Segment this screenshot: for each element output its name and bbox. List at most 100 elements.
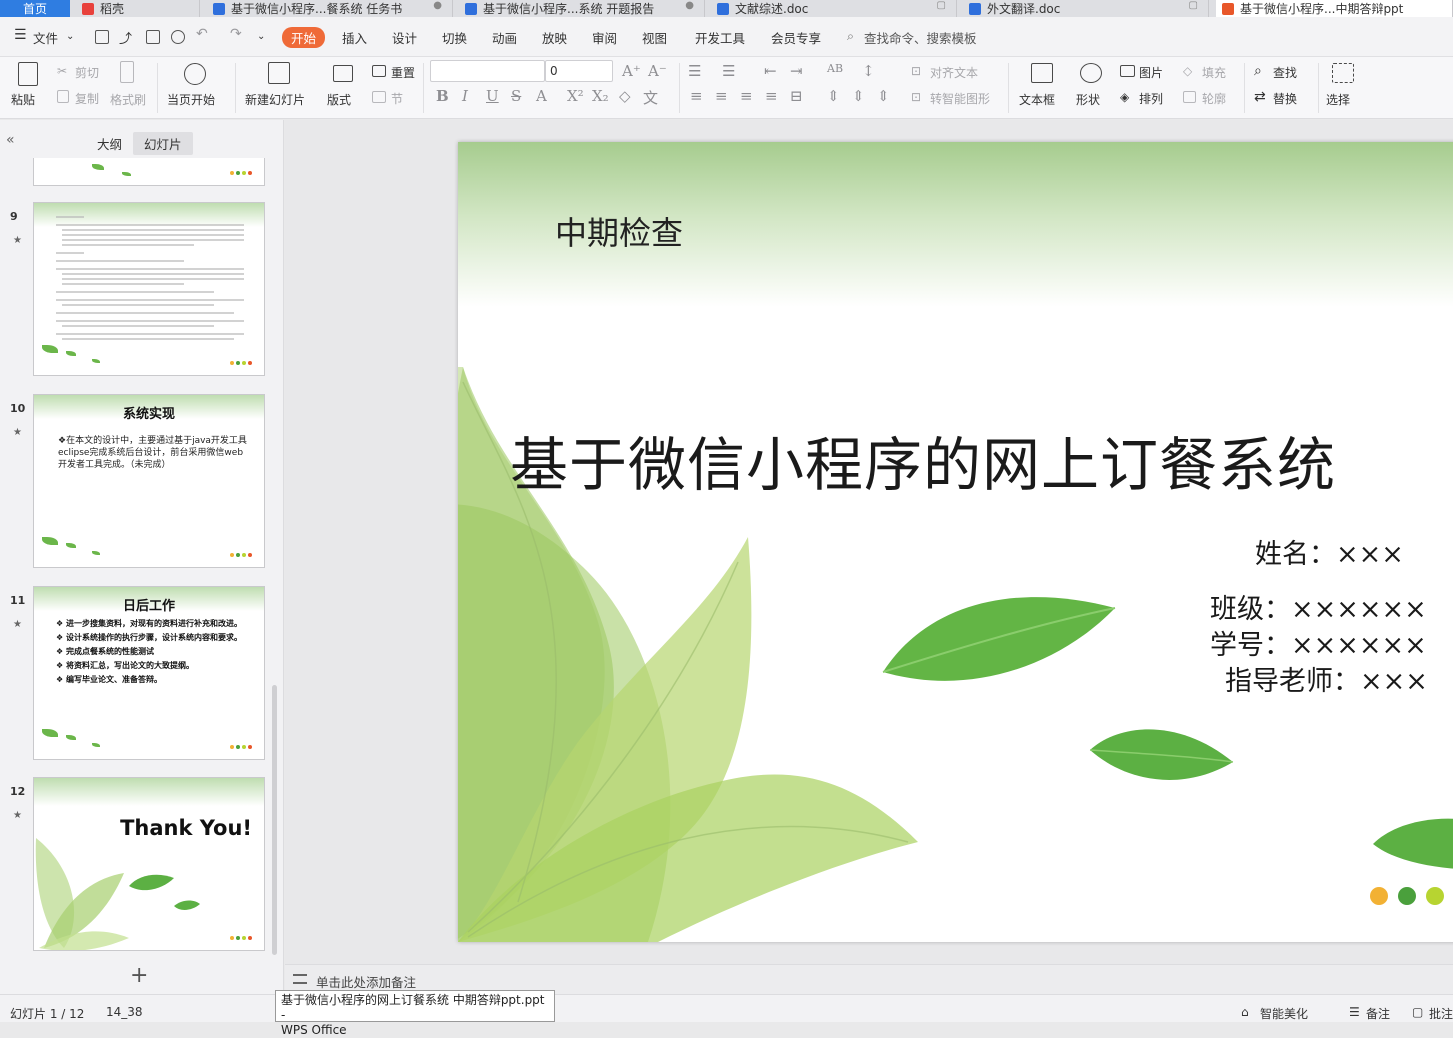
cut-button[interactable]: 剪切 bbox=[75, 64, 99, 81]
smart-art-icon[interactable]: ⊡ bbox=[911, 90, 921, 104]
arrange-icon[interactable]: ◈ bbox=[1120, 90, 1129, 104]
bold-icon[interactable]: B bbox=[436, 87, 449, 105]
align-center-icon[interactable]: ≡ bbox=[715, 87, 728, 105]
tab-document[interactable]: 基于微信小程序...系统 开题报告 ● bbox=[459, 0, 705, 17]
slide-thumbnail-11[interactable]: 日后工作 ❖ 进一步搜集资料，对现有的资料进行补充和改进。 ❖ 设计系统操作的执… bbox=[33, 586, 265, 760]
menu-tab-view[interactable]: 视图 bbox=[642, 28, 667, 47]
customize-chevron-icon[interactable]: ⌄ bbox=[257, 31, 265, 42]
format-painter-button[interactable]: 格式刷 bbox=[110, 91, 146, 108]
format-painter-icon[interactable] bbox=[120, 61, 134, 83]
export-icon[interactable]: ⤴ bbox=[119, 28, 132, 47]
save-icon[interactable] bbox=[95, 30, 109, 44]
current-slide[interactable]: 中期检查 基于微信小程序的网上订餐系统 姓名：××× 班级：×××××× 学号：… bbox=[458, 142, 1453, 942]
font-color-icon[interactable]: A bbox=[536, 87, 547, 105]
font-size-select[interactable]: 0 bbox=[545, 60, 613, 82]
tab-home[interactable]: 首页 bbox=[0, 0, 70, 17]
student-name[interactable]: 姓名：××× bbox=[1255, 532, 1404, 571]
tab-outline[interactable]: 大纲 bbox=[86, 132, 133, 155]
reset-icon[interactable] bbox=[372, 65, 386, 77]
class-info[interactable]: 班级：×××××× bbox=[1210, 587, 1427, 626]
grow-font-icon[interactable]: A⁺ bbox=[622, 62, 641, 80]
align-right-icon[interactable]: ≡ bbox=[740, 87, 753, 105]
theme-name[interactable]: 14_38 bbox=[106, 1005, 143, 1019]
bullet-list-icon[interactable]: ☰ bbox=[688, 62, 701, 80]
increase-indent-icon[interactable]: ⇥ bbox=[790, 62, 803, 80]
picture-icon[interactable] bbox=[1120, 65, 1135, 77]
tab-docer[interactable]: 稻壳 bbox=[76, 0, 200, 17]
menu-tab-animation[interactable]: 动画 bbox=[492, 28, 517, 47]
play-from-current-button[interactable]: 当页开始 bbox=[167, 91, 215, 108]
paragraph-spacing-icon[interactable]: ⇕ bbox=[852, 87, 865, 105]
student-id[interactable]: 学号：×××××× bbox=[1210, 623, 1427, 662]
underline-icon[interactable]: U bbox=[486, 87, 499, 105]
copy-icon[interactable] bbox=[57, 90, 69, 103]
fill-button[interactable]: 填充 bbox=[1202, 64, 1226, 81]
slide-thumbnail-12[interactable]: Thank You! bbox=[33, 777, 265, 951]
menu-tab-insert[interactable]: 插入 bbox=[342, 28, 367, 47]
text-direction-icon[interactable]: AB bbox=[827, 62, 843, 75]
slide-heading[interactable]: 中期检查 bbox=[555, 208, 683, 254]
smart-beautify-button[interactable]: 智能美化 bbox=[1260, 1005, 1308, 1022]
shrink-font-icon[interactable]: A⁻ bbox=[648, 62, 667, 80]
distribute-icon[interactable]: ⊟ bbox=[790, 87, 803, 105]
notes-placeholder[interactable]: 单击此处添加备注 bbox=[316, 972, 416, 991]
section-button[interactable]: 节 bbox=[391, 90, 403, 107]
redo-icon[interactable]: ↷ bbox=[230, 26, 242, 42]
align-text-icon[interactable]: ⊡ bbox=[911, 64, 921, 78]
outline-button[interactable]: 轮廓 bbox=[1202, 90, 1226, 107]
section-icon[interactable] bbox=[372, 91, 386, 103]
comments-button[interactable]: 批注 bbox=[1429, 1005, 1453, 1022]
column-spacing-icon[interactable]: ⇕ bbox=[877, 87, 890, 105]
arrange-button[interactable]: 排列 bbox=[1139, 90, 1163, 107]
menu-tab-design[interactable]: 设计 bbox=[392, 28, 417, 47]
shapes-icon[interactable] bbox=[1080, 63, 1102, 83]
phonetic-icon[interactable]: 文 bbox=[643, 87, 658, 108]
new-slide-icon[interactable] bbox=[268, 62, 290, 84]
justify-icon[interactable]: ≡ bbox=[765, 87, 778, 105]
scissors-icon[interactable]: ✂ bbox=[57, 64, 67, 78]
sort-icon[interactable]: ↕ bbox=[862, 62, 875, 80]
fill-icon[interactable]: ◇ bbox=[1183, 64, 1192, 78]
tab-document[interactable]: 文献综述.doc ▢ bbox=[711, 0, 957, 17]
italic-icon[interactable]: I bbox=[462, 87, 468, 105]
add-slide-icon[interactable]: + bbox=[130, 963, 148, 988]
eraser-icon[interactable]: ◇ bbox=[619, 87, 631, 105]
superscript-icon[interactable]: X² bbox=[567, 87, 584, 105]
collapse-panel-icon[interactable]: « bbox=[6, 132, 15, 148]
slide-thumbnail-9[interactable] bbox=[33, 202, 265, 376]
textbox-icon[interactable] bbox=[1031, 63, 1053, 83]
layout-button[interactable]: 版式 bbox=[327, 91, 351, 108]
tab-active-presentation[interactable]: 基于微信小程序...中期答辩ppt bbox=[1216, 0, 1453, 17]
panel-scrollbar[interactable] bbox=[272, 685, 277, 955]
advisor-info[interactable]: 指导老师：××× bbox=[1225, 659, 1428, 698]
print-preview-icon[interactable] bbox=[171, 30, 185, 44]
tab-slides[interactable]: 幻灯片 bbox=[133, 132, 193, 155]
layout-icon[interactable] bbox=[333, 65, 353, 82]
file-menu[interactable]: 文件 bbox=[33, 28, 58, 47]
decrease-indent-icon[interactable]: ⇤ bbox=[764, 62, 777, 80]
find-button[interactable]: 查找 bbox=[1273, 64, 1297, 81]
menu-tab-review[interactable]: 审阅 bbox=[592, 28, 617, 47]
close-icon[interactable]: ● bbox=[433, 0, 442, 11]
close-icon[interactable]: ● bbox=[685, 0, 694, 11]
slide-thumbnail-8[interactable] bbox=[33, 158, 265, 186]
new-slide-button[interactable]: 新建幻灯片 bbox=[245, 91, 305, 108]
slide-title[interactable]: 基于微信小程序的网上订餐系统 bbox=[510, 418, 1336, 502]
tab-document[interactable]: 基于微信小程序...餐系统 任务书 ● bbox=[207, 0, 453, 17]
notes-toggle-button[interactable]: 备注 bbox=[1366, 1005, 1390, 1022]
select-button[interactable]: 选择 bbox=[1326, 91, 1350, 108]
menu-tab-slideshow[interactable]: 放映 bbox=[542, 28, 567, 47]
font-family-select[interactable] bbox=[430, 60, 545, 82]
close-icon[interactable]: ▢ bbox=[1189, 0, 1198, 11]
strikethrough-icon[interactable]: S bbox=[511, 87, 521, 105]
outline-icon[interactable] bbox=[1183, 91, 1196, 103]
copy-button[interactable]: 复制 bbox=[75, 90, 99, 107]
textbox-button[interactable]: 文本框 bbox=[1019, 91, 1055, 108]
shapes-button[interactable]: 形状 bbox=[1076, 91, 1100, 108]
command-search-input[interactable]: 查找命令、搜索模板 bbox=[864, 28, 977, 47]
replace-icon[interactable]: ⇄ bbox=[1254, 89, 1266, 105]
menu-tab-developer[interactable]: 开发工具 bbox=[695, 28, 745, 47]
find-icon[interactable]: ⌕ bbox=[1254, 63, 1262, 79]
picture-button[interactable]: 图片 bbox=[1139, 64, 1163, 81]
smart-art-button[interactable]: 转智能图形 bbox=[930, 90, 990, 107]
